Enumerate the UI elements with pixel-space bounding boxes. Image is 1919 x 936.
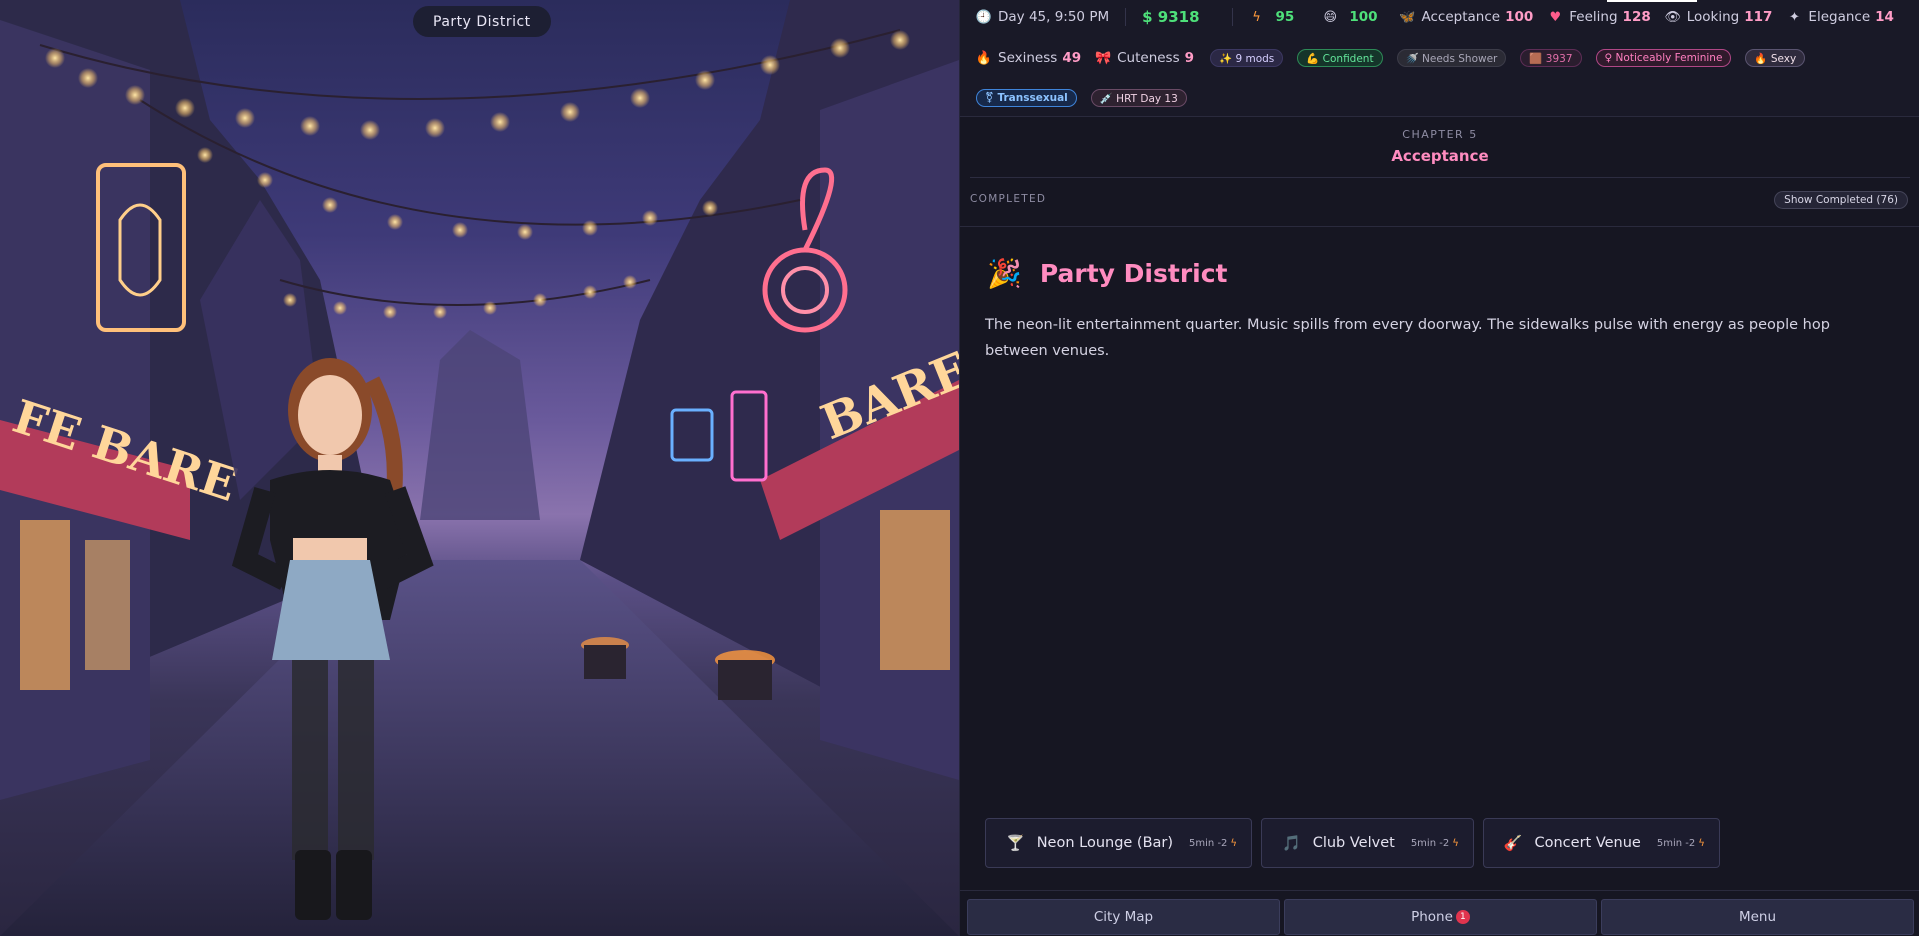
phone-button[interactable]: Phone 1	[1284, 899, 1597, 935]
tab-indicator	[1607, 0, 1697, 2]
separator	[1125, 8, 1127, 26]
scene-location-label: Party District	[413, 6, 551, 37]
bolt-icon: ϟ	[1252, 9, 1261, 25]
completed-label: COMPLETED	[970, 193, 1047, 205]
time-stat: 🕘 Day 45, 9:50 PM	[976, 9, 1109, 25]
stat-value: 128	[1622, 9, 1651, 25]
sparkle-icon: ✦	[1788, 9, 1800, 25]
scene-view: FE BARE BARE'S Party District	[0, 0, 959, 936]
acceptance-stat: 🦋 Acceptance 100	[1399, 9, 1534, 25]
cuteness-stat: 🎀 Cuteness 9	[1095, 50, 1194, 66]
chapter-header: CHAPTER 5 Acceptance	[960, 128, 1919, 165]
chapter-label: CHAPTER 5	[1402, 128, 1478, 141]
stat-label: Feeling	[1569, 9, 1618, 25]
location-header: 🎉 Party District	[987, 257, 1228, 290]
stat-label: Acceptance	[1421, 9, 1501, 25]
divider	[970, 177, 1910, 178]
status-bar: 🕘 Day 45, 9:50 PM $ 9318 ϟ 95 😄 100 🦋 Ac…	[960, 0, 1919, 117]
confident-badge[interactable]: 💪 Confident	[1297, 49, 1383, 67]
stat-value: 100	[1505, 9, 1534, 25]
action-meta: 5min -2	[1656, 837, 1696, 849]
chapter-title: Acceptance	[1391, 147, 1489, 165]
city-map-label: City Map	[1093, 909, 1154, 925]
status-row-1: 🕘 Day 45, 9:50 PM $ 9318 ϟ 95 😄 100 🦋 Ac…	[976, 6, 1908, 28]
sexy-badge[interactable]: 🔥 Sexy	[1745, 49, 1806, 67]
cocktail-icon: 🍸	[1006, 834, 1025, 852]
mood-stat: 😄 100	[1322, 9, 1378, 25]
mods-badge[interactable]: ✨ 9 mods	[1210, 49, 1284, 67]
bolt-icon: ϟ	[1698, 837, 1705, 849]
feminine-badge[interactable]: ♀ Noticeably Feminine	[1595, 49, 1732, 67]
ribbon-icon: 🎀	[1095, 50, 1112, 66]
stat-value: 49	[1062, 50, 1082, 66]
looking-stat: 👁 Looking 117	[1664, 9, 1773, 25]
separator	[1231, 8, 1233, 26]
action-list: 🍸 Neon Lounge (Bar) 5min -2 ϟ 🎵 Club Vel…	[985, 818, 1729, 868]
status-row-2: 🔥 Sexiness 49 🎀 Cuteness 9 ✨ 9 mods 💪 Co…	[976, 47, 1819, 69]
energy-stat: ϟ 95	[1249, 9, 1295, 25]
location-description: The neon-lit entertainment quarter. Musi…	[985, 317, 1830, 359]
menu-button[interactable]: Menu	[1601, 899, 1914, 935]
stat-label: Sexiness	[998, 50, 1058, 66]
bolt-icon: ϟ	[1452, 837, 1459, 849]
transsexual-badge[interactable]: ⚧ Transsexual	[976, 89, 1077, 107]
money-stat: $ 9318	[1142, 8, 1199, 26]
clock-icon: 🕘	[975, 9, 993, 25]
smile-icon: 😄	[1323, 9, 1338, 25]
action-club-velvet-button[interactable]: 🎵 Club Velvet 5min -2 ϟ	[1261, 818, 1474, 868]
action-name: Concert Venue	[1534, 835, 1641, 851]
guitar-icon: 🎸	[1503, 834, 1523, 852]
hrt-badge[interactable]: 💉 HRT Day 13	[1090, 89, 1187, 107]
action-concert-venue-button[interactable]: 🎸 Concert Venue 5min -2 ϟ	[1482, 818, 1720, 868]
needs-shower-badge[interactable]: 🚿 Needs Shower	[1396, 49, 1507, 67]
street-illustration: FE BARE BARE'S	[0, 0, 959, 936]
divider	[960, 226, 1919, 227]
bolt-icon: ϟ	[1230, 837, 1238, 849]
heart-icon: ♥	[1549, 9, 1562, 25]
bottom-nav: City Map Phone 1 Menu	[960, 890, 1919, 936]
status-row-3: ⚧ Transsexual 💉 HRT Day 13	[976, 87, 1201, 109]
energy-value: 95	[1275, 9, 1295, 25]
code-badge[interactable]: 🟫 3937	[1520, 49, 1582, 67]
city-map-button[interactable]: City Map	[967, 899, 1280, 935]
stat-label: Cuteness	[1117, 50, 1180, 66]
music-note-icon: 🎵	[1282, 834, 1301, 852]
show-completed-button[interactable]: Show Completed (76)	[1774, 191, 1908, 209]
stat-value: 117	[1744, 9, 1773, 25]
money-value: $ 9318	[1142, 8, 1200, 26]
elegance-stat: ✦ Elegance 14	[1786, 9, 1894, 25]
feeling-stat: ♥ Feeling 128	[1547, 9, 1650, 25]
party-popper-icon: 🎉	[987, 257, 1022, 290]
stat-value: 9	[1184, 50, 1195, 66]
eye-icon: 👁	[1664, 9, 1681, 25]
sexiness-stat: 🔥 Sexiness 49	[976, 50, 1081, 66]
action-neon-lounge-button[interactable]: 🍸 Neon Lounge (Bar) 5min -2 ϟ	[985, 818, 1253, 868]
time-value: Day 45, 9:50 PM	[998, 9, 1110, 25]
butterfly-icon: 🦋	[1399, 9, 1416, 25]
phone-notification-badge: 1	[1455, 910, 1470, 924]
stat-label: Elegance	[1808, 9, 1871, 25]
action-name: Neon Lounge (Bar)	[1036, 835, 1174, 851]
action-name: Club Velvet	[1312, 835, 1395, 851]
stat-label: Looking	[1686, 9, 1740, 25]
stat-value: 14	[1875, 9, 1894, 25]
side-panel: 🕘 Day 45, 9:50 PM $ 9318 ϟ 95 😄 100 🦋 Ac…	[959, 0, 1919, 936]
phone-label: Phone	[1411, 909, 1453, 925]
fire-icon: 🔥	[975, 50, 993, 66]
location-title: Party District	[1039, 259, 1228, 288]
menu-label: Menu	[1738, 909, 1777, 925]
action-meta: 5min -2	[1410, 837, 1450, 849]
mood-value: 100	[1349, 9, 1378, 25]
action-meta: 5min -2	[1189, 837, 1228, 849]
